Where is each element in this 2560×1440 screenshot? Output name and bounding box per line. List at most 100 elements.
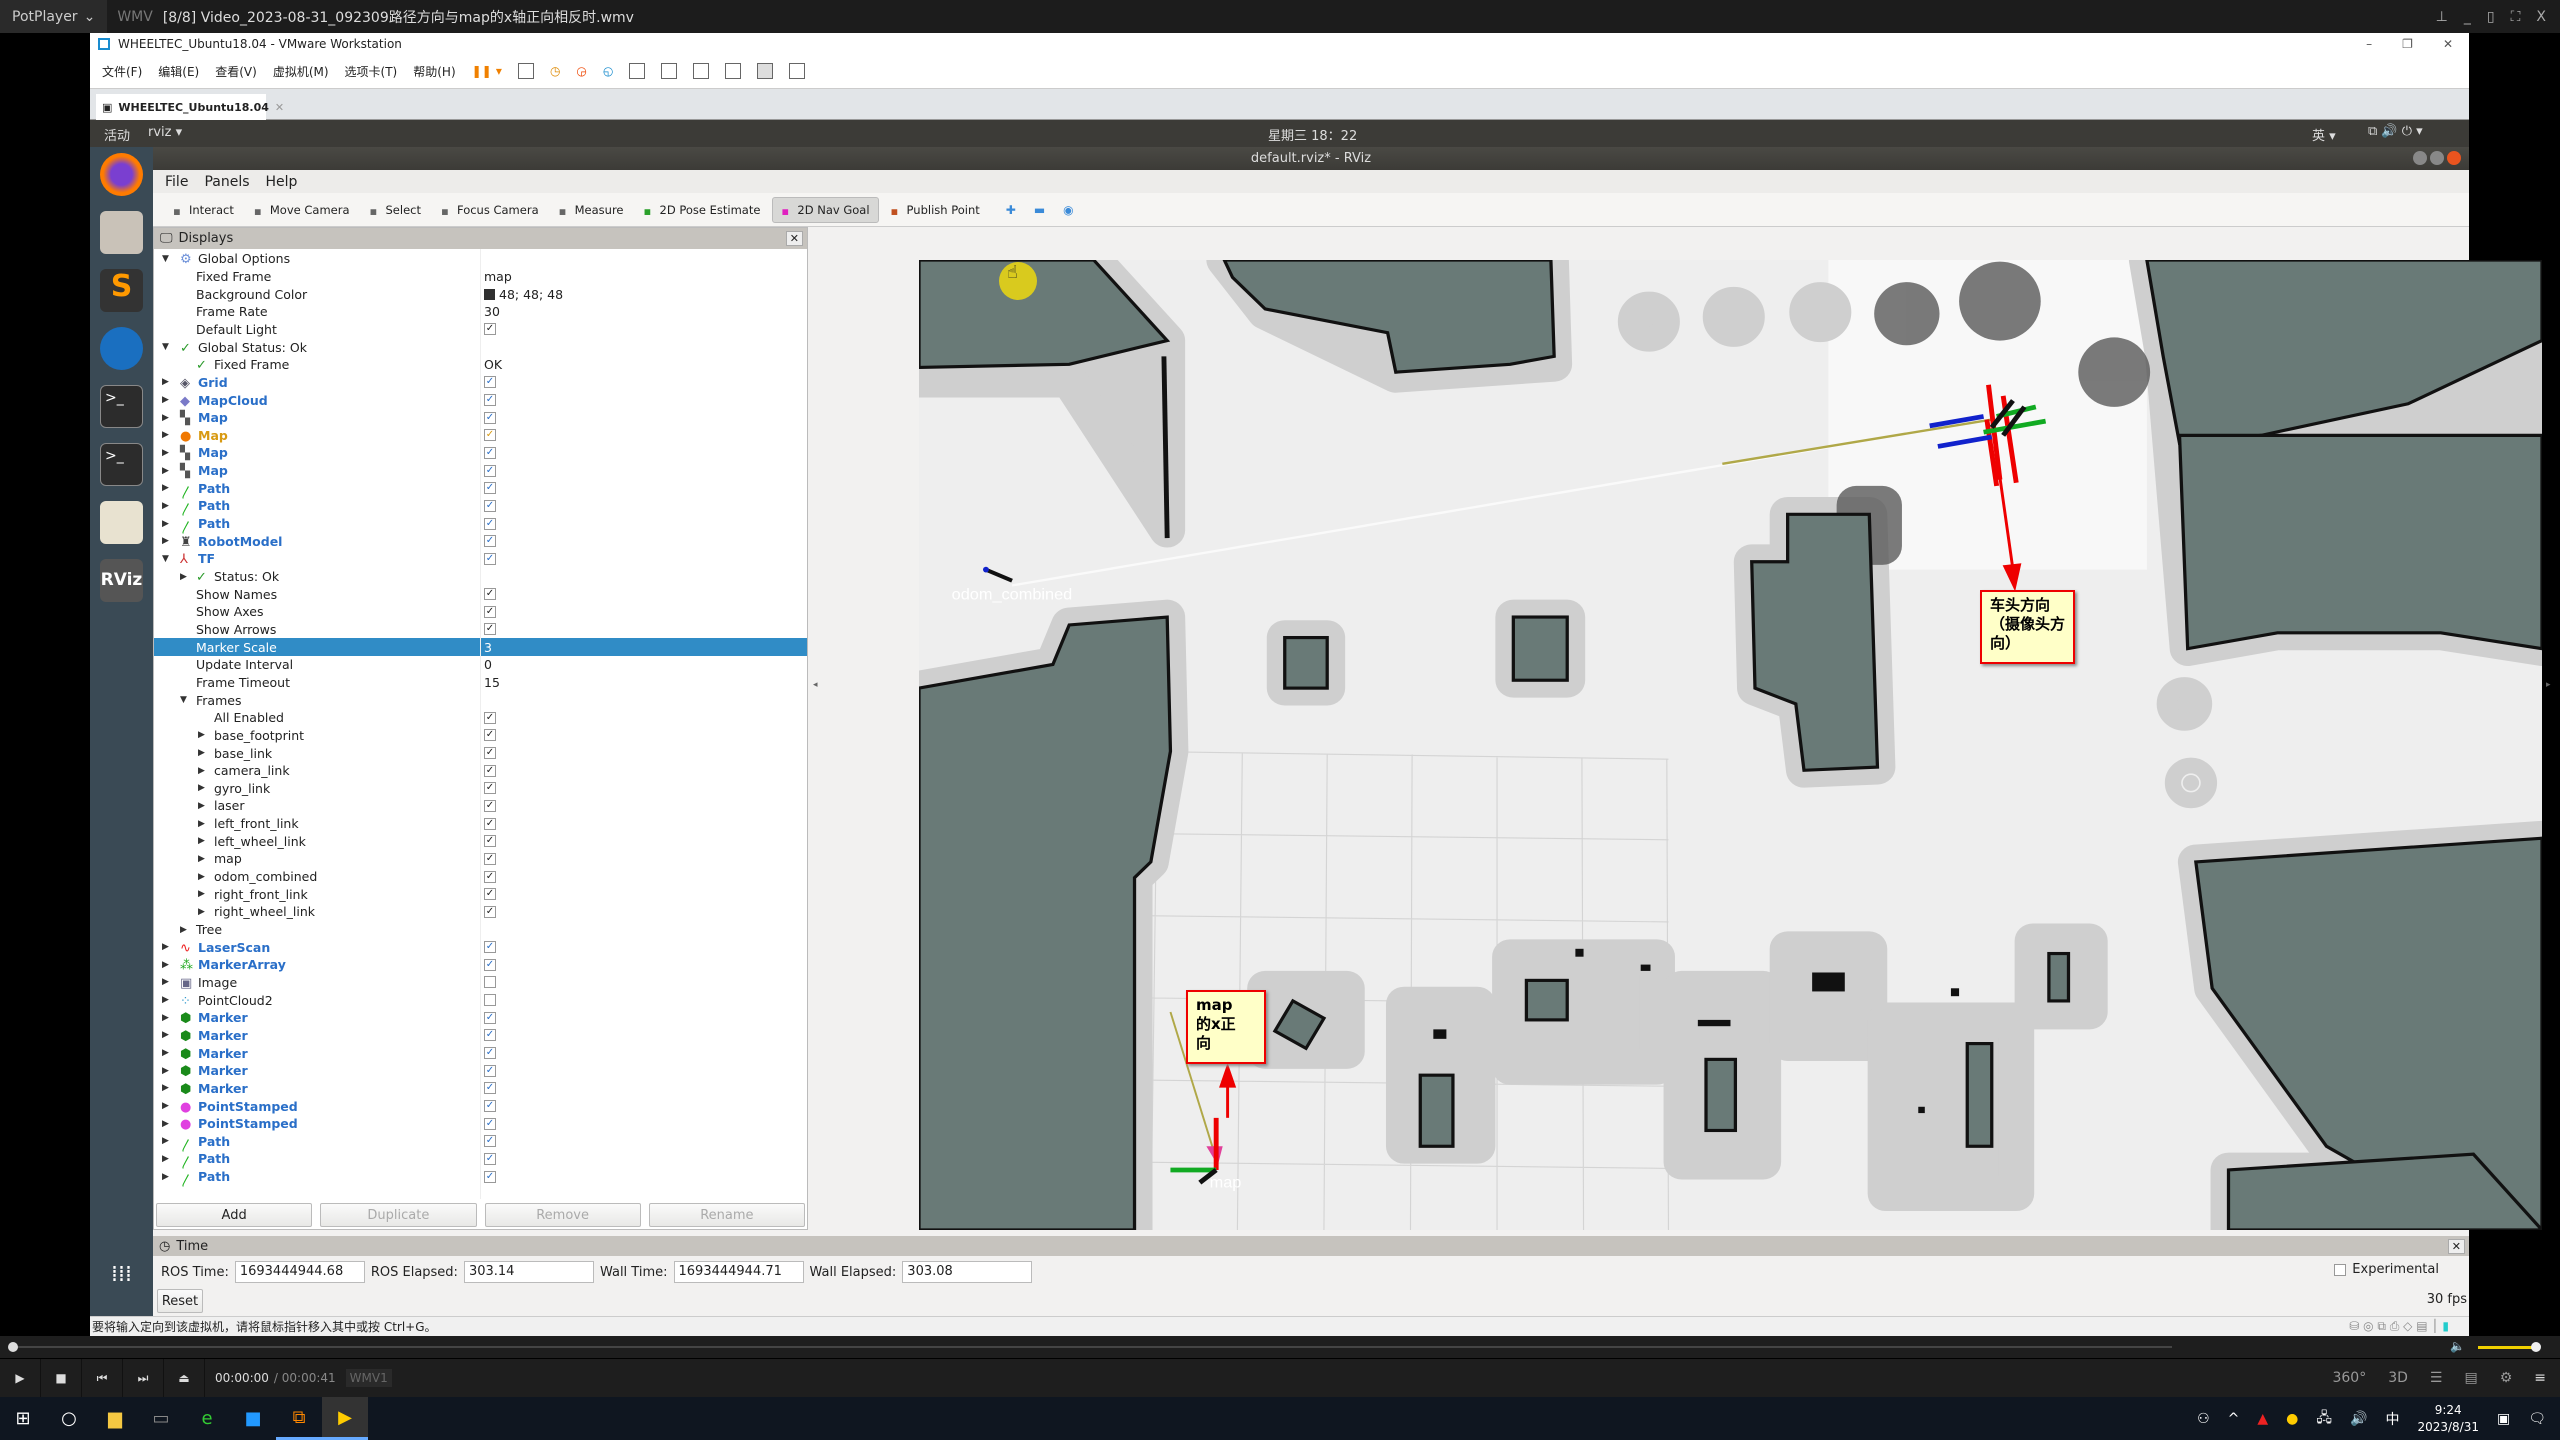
remove-button[interactable]: Remove [484,1203,641,1227]
expand-arrow-icon[interactable]: ▶ [162,413,169,423]
enable-checkbox[interactable]: ✓ [484,1170,496,1183]
enable-checkbox[interactable]: ✓ [484,464,496,477]
maximize-button[interactable]: ▯ [2487,9,2495,25]
close-button[interactable]: X [2536,9,2546,25]
enable-checkbox[interactable]: ✓ [484,1064,496,1077]
play-button[interactable]: ▶ [0,1358,41,1398]
expand-arrow-icon[interactable]: ▶ [162,448,169,458]
clock[interactable]: 星期三 18：22 [1268,125,1357,144]
playlist-icon[interactable]: ▤ [2464,1370,2477,1386]
wall-time-field[interactable]: 1693444944.71 [673,1261,804,1283]
enable-checkbox[interactable]: ✓ [484,552,496,565]
enable-checkbox[interactable]: ✓ [484,799,496,812]
experimental-checkbox[interactable]: Experimental [2334,1262,2439,1277]
camera-view-icon[interactable]: ◉ [1063,203,1073,217]
enable-checkbox[interactable]: ✓ [484,711,496,724]
windows-start-icon[interactable]: ⊞ [0,1397,46,1440]
tool-focus-camera[interactable]: ▪ Focus Camera [433,198,547,222]
enable-checkbox[interactable]: ✓ [484,535,496,548]
next-button[interactable]: ⏭ [123,1358,164,1398]
expand-arrow-icon[interactable]: ▶ [198,872,205,882]
pin-icon[interactable]: ⊥ [2436,9,2448,25]
close-tab-icon[interactable]: ✕ [275,101,284,114]
enable-checkbox[interactable]: ✓ [484,852,496,865]
enable-checkbox[interactable]: ✓ [484,1135,496,1148]
enable-checkbox[interactable] [484,994,496,1007]
enable-checkbox[interactable]: ✓ [484,782,496,795]
input-method[interactable]: 英 ▾ [2312,125,2336,144]
vmware-icon[interactable]: ⧉ [276,1397,322,1440]
menu-file[interactable]: File [165,174,188,190]
fullscreen-icon[interactable] [693,63,710,79]
ime-indicator[interactable]: 中 [2385,1409,2399,1429]
expand-arrow-icon[interactable]: ▶ [162,1030,169,1040]
eject-button[interactable]: ⏏ [164,1358,205,1398]
enable-checkbox[interactable]: ✓ [484,429,496,442]
remove-camera-icon[interactable]: ▬ [1034,203,1045,217]
expand-arrow-icon[interactable]: ▶ [198,854,205,864]
activities-button[interactable]: 活动 [104,125,130,144]
expand-arrow-icon[interactable]: ▶ [162,536,169,546]
expand-arrow-icon[interactable]: ▶ [198,748,205,758]
terminal-icon[interactable]: >_ [100,443,143,486]
potplayer-menu-button[interactable]: PotPlayer ⌄ [0,0,108,33]
expand-arrow-icon[interactable]: ▶ [198,801,205,811]
menu-tabs[interactable]: 选项卡(T) [345,63,398,80]
expand-arrow-icon[interactable]: ▶ [162,466,169,476]
firefox-icon[interactable] [100,153,143,196]
menu-edit[interactable]: 编辑(E) [158,63,199,80]
expand-arrow-icon[interactable]: ▶ [162,501,169,511]
enable-checkbox[interactable]: ✓ [484,1047,496,1060]
enable-checkbox[interactable]: ✓ [484,411,496,424]
enable-checkbox[interactable]: ✓ [484,958,496,971]
enable-checkbox[interactable]: ✓ [484,835,496,848]
enable-checkbox[interactable]: ✓ [484,482,496,495]
collapse-right-handle[interactable]: ▸ [2546,680,2551,690]
enable-checkbox[interactable]: ✓ [484,1029,496,1042]
expand-arrow-icon[interactable]: ▶ [162,519,169,529]
file-explorer-icon[interactable]: ▆ [92,1397,138,1440]
tool-2d-pose-estimate[interactable]: ▪ 2D Pose Estimate [636,198,769,222]
ros-time-field[interactable]: 1693444944.68 [234,1261,365,1283]
menu-help[interactable]: 帮助(H) [413,63,455,80]
show-apps-icon[interactable]: ⁞⁞⁞ [100,1262,143,1305]
fullscreen-button[interactable]: ⛶ [2511,9,2521,25]
enable-checkbox[interactable]: ✓ [484,1082,496,1095]
volume-icon[interactable]: 🔊 [2350,1411,2367,1427]
expand-arrow-icon[interactable]: ▶ [162,995,169,1005]
search-list-icon[interactable]: ☰ [2430,1370,2443,1386]
enable-checkbox[interactable]: ✓ [484,605,496,618]
tool-2d-nav-goal[interactable]: ▪ 2D Nav Goal [772,196,879,223]
device-icons[interactable]: ⛁ ◎ ⧉ ⎙ ◇ ▤ │ ▮ [2349,1319,2449,1334]
network-icon[interactable]: 🖧 [2316,1407,2332,1431]
cortana-search-icon[interactable]: ○ [46,1397,92,1440]
color-swatch[interactable] [484,288,495,300]
tray-expand-icon[interactable]: ^ [2228,1411,2240,1427]
system-clock[interactable]: 9:24 2023/8/31 [2417,1402,2479,1436]
expand-arrow-icon[interactable]: ▶ [162,1048,169,1058]
terminal-icon[interactable]: ▭ [138,1397,184,1440]
enable-checkbox[interactable] [484,976,496,989]
expand-arrow-icon[interactable]: ▶ [198,836,205,846]
ros-elapsed-field[interactable]: 303.14 [463,1261,594,1283]
3d-view[interactable]: odom_combined map 车头方向（摄像头方向） map 的x正 向 … [919,260,2542,1230]
enable-checkbox[interactable]: ✓ [484,870,496,883]
enable-checkbox[interactable]: ✓ [484,888,496,901]
vm-tab[interactable]: ▣ WHEELTEC_Ubuntu18.04 ✕ [96,94,284,120]
enable-checkbox[interactable]: ✓ [484,376,496,389]
expand-arrow-icon[interactable]: ▶ [162,1172,169,1182]
tool-select[interactable]: ▪ Select [362,198,429,222]
enable-checkbox[interactable]: ✓ [484,394,496,406]
unity-icon[interactable] [725,63,742,79]
menu-icon[interactable]: ≡ [2534,1370,2546,1386]
tray-app-icon[interactable]: ▲ [2257,1411,2268,1427]
add-button[interactable]: Add [156,1203,313,1227]
enable-checkbox[interactable]: ✓ [484,729,496,742]
expand-arrow-icon[interactable]: ▶ [198,783,205,793]
menu-file[interactable]: 文件(F) [102,63,142,80]
close-button[interactable] [2447,151,2461,165]
enable-checkbox[interactable]: ✓ [484,446,496,459]
tool-measure[interactable]: ▪ Measure [551,198,632,222]
duplicate-button[interactable]: Duplicate [320,1203,477,1227]
expand-arrow-icon[interactable]: ▶ [162,1066,169,1076]
